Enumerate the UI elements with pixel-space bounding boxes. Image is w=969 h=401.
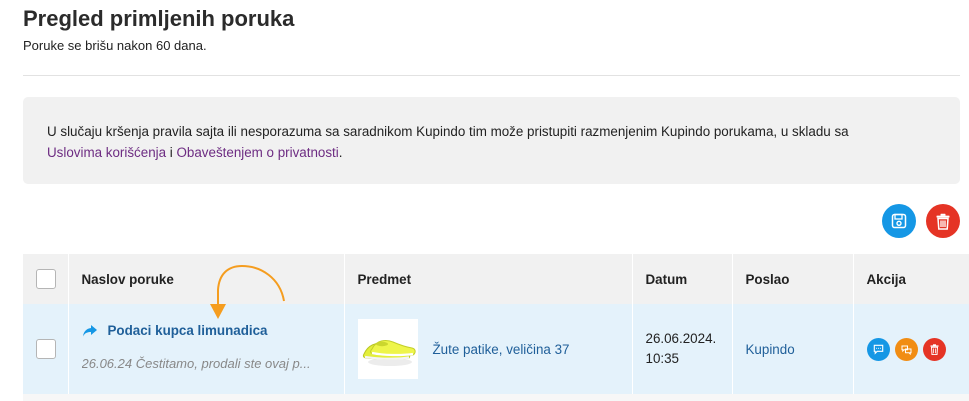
- message-date: 26.06.2024. 10:35: [646, 329, 732, 369]
- date-cell: 26.06.2024. 10:35: [632, 304, 733, 394]
- page-title: Pregled primljenih poruka: [23, 6, 295, 31]
- action-cell: [853, 304, 969, 394]
- table-row: Podaci kupca limunadica 26.06.24 Čestita…: [23, 304, 969, 394]
- notice-and: i: [166, 145, 177, 160]
- pointer-arrow-icon: [210, 264, 285, 319]
- privacy-link[interactable]: Obaveštenjem o privatnosti: [177, 145, 339, 160]
- save-button[interactable]: [882, 204, 916, 238]
- reply-button[interactable]: [866, 337, 890, 361]
- select-all-checkbox[interactable]: [36, 269, 56, 289]
- column-header-action: Akcija: [853, 254, 969, 304]
- table-header-row: Naslov poruke Predmet Datum Poslao Akcij…: [23, 254, 969, 304]
- sender-link[interactable]: Kupindo: [746, 342, 795, 357]
- row-select-cell: [23, 304, 69, 394]
- forwarded-arrow-icon: [82, 324, 97, 336]
- item-title-link[interactable]: Žute patike, veličina 37: [433, 342, 570, 357]
- column-header-date[interactable]: Datum: [632, 254, 733, 304]
- row-checkbox[interactable]: [36, 339, 56, 359]
- page-subtitle: Poruke se brišu nakon 60 dana.: [23, 38, 207, 53]
- item-thumbnail[interactable]: [357, 319, 418, 379]
- delete-message-button[interactable]: [922, 337, 946, 361]
- forward-button[interactable]: [894, 337, 918, 361]
- column-header-sender[interactable]: Poslao: [732, 254, 854, 304]
- terms-link[interactable]: Uslovima korišćenja: [47, 145, 166, 160]
- privacy-notice: U slučaju kršenja pravila sajta ili nesp…: [23, 97, 960, 184]
- column-header-item[interactable]: Predmet: [344, 254, 633, 304]
- notice-end: .: [338, 145, 343, 160]
- trash-icon: [936, 213, 950, 230]
- chat-bubbles-icon: [901, 345, 911, 355]
- message-date-day: 26.06.2024.: [645, 331, 717, 346]
- message-date-time: 10:35: [645, 351, 680, 366]
- messages-table: Naslov poruke Predmet Datum Poslao Akcij…: [23, 254, 969, 394]
- sneakers-image: [362, 340, 416, 366]
- save-icon: [891, 213, 907, 229]
- notice-text: U slučaju kršenja pravila sajta ili nesp…: [47, 124, 849, 139]
- divider: [23, 75, 960, 76]
- message-subject-link[interactable]: Podaci kupca limunadica: [108, 323, 268, 338]
- item-cell: Žute patike, veličina 37: [344, 304, 633, 394]
- header-select-all: [23, 254, 69, 304]
- delete-button[interactable]: [926, 204, 960, 238]
- message-snippet: 26.06.24 Čestitamo, prodali ste ovaj p..…: [81, 356, 311, 371]
- chat-bubble-icon: [873, 344, 883, 355]
- trash-icon: [930, 343, 938, 355]
- next-row-edge: [23, 394, 969, 401]
- sender-cell: Kupindo: [732, 304, 854, 394]
